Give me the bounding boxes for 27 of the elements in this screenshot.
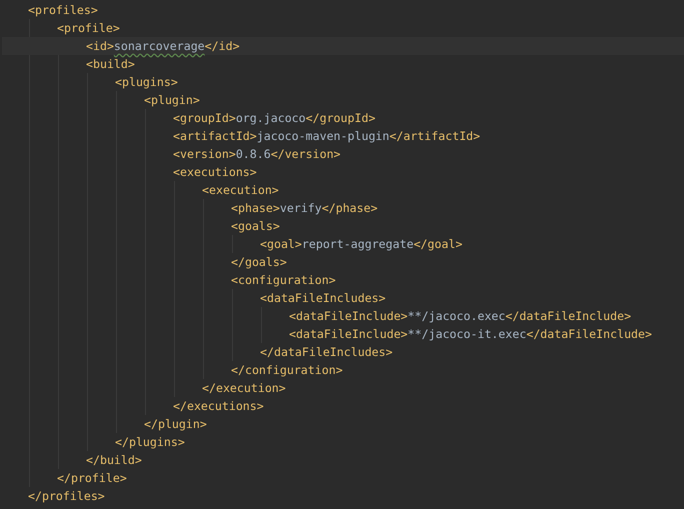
code-line: </plugins> [115,434,185,451]
code-line: <plugin> [144,92,200,109]
code-line: <plugins> [115,74,178,91]
code-line: <configuration> [231,272,336,289]
code-line: </dataFileIncludes> [260,344,393,361]
code-line: <profiles> [28,2,98,19]
code-line: </profiles> [28,488,105,505]
code-line: </profile> [57,470,127,487]
code-line: <dataFileInclude>**/jacoco.exec</dataFileInclude> [289,308,632,325]
code-line: </execution> [202,380,286,397]
code-line: <version>0.8.6</version> [173,146,341,163]
code-line: </build> [86,452,142,469]
code-line: </configuration> [231,362,343,379]
code-line: <executions> [173,164,257,181]
code-line: <goal>report-aggregate</goal> [260,236,462,253]
code-line: </plugin> [144,416,207,433]
code-line: <dataFileInclude>**/jacoco-it.exec</dataFileInclude> [289,326,652,343]
code-line: <execution> [202,182,279,199]
code-line: <phase>verify</phase> [231,200,378,217]
code-line: <dataFileIncludes> [260,290,386,307]
code-line: </goals> [231,254,287,271]
code-line: <groupId>org.jacoco</groupId> [173,110,376,127]
code-line: <goals> [231,218,280,235]
code-line: <profile> [57,20,120,37]
code-line: </executions> [173,398,264,415]
code-line: <build> [86,56,135,73]
code-line: <artifactId>jacoco-maven-plugin</artifactId> [173,128,480,145]
